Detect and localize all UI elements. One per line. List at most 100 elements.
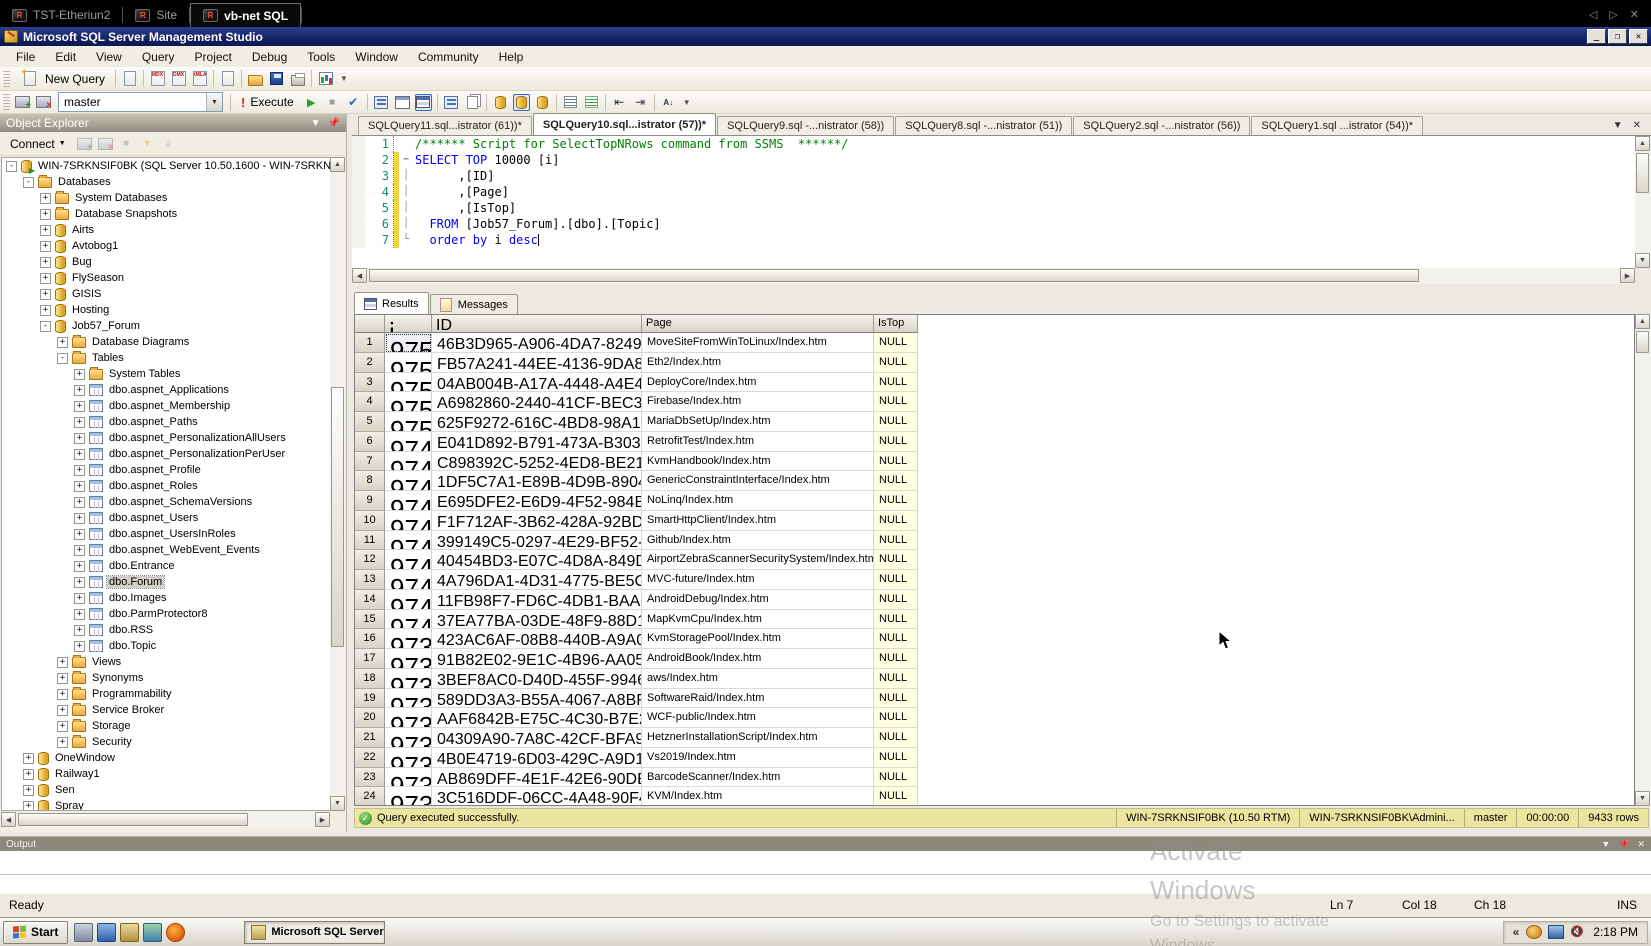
tree-item[interactable]: + System Databases: [2, 190, 330, 206]
grid-cell-id[interactable]: F1F712AF-3B62-428A-92BD-667E1C5F2E55: [432, 510, 642, 531]
tree-expand-icon[interactable]: +: [40, 208, 51, 220]
tree-item[interactable]: - Databases: [2, 174, 330, 190]
grid-cell-page[interactable]: AndroidDebug/Index.htm: [642, 589, 874, 610]
menu-item[interactable]: Community: [408, 47, 489, 67]
grid-cell-istop[interactable]: NULL: [874, 550, 918, 570]
grid-cell-page[interactable]: WCF-public/Index.htm: [642, 708, 874, 728]
tree-item-label[interactable]: OneWindow: [53, 752, 117, 764]
grid-row-header[interactable]: 18: [355, 668, 385, 689]
grid-cell-istop[interactable]: NULL: [874, 431, 918, 452]
active-files-dropdown-icon[interactable]: ▼: [1613, 120, 1623, 131]
tree-expand-icon[interactable]: +: [40, 240, 51, 252]
tree-item-label[interactable]: dbo.RSS: [107, 624, 155, 636]
grid-cell-i[interactable]: 9743: [385, 550, 432, 570]
grid-cell-id[interactable]: 46B3D965-A906-4DA7-8249-991262A5C603: [432, 333, 642, 353]
grid-cell-i[interactable]: 9737: [385, 668, 432, 689]
grid-cell-istop[interactable]: NULL: [874, 570, 918, 590]
grid-cell-i[interactable]: 9751: [385, 392, 432, 412]
grid-cell-i[interactable]: 9746: [385, 491, 432, 511]
tree-item[interactable]: + Hosting: [2, 302, 330, 318]
tree-item-label[interactable]: dbo.Topic: [107, 640, 158, 652]
grid-row-header[interactable]: 5: [355, 412, 385, 432]
grid-cell-page[interactable]: MapKvmCpu/Index.htm: [642, 609, 874, 630]
editor-line[interactable]: 6 │ FROM [Job57_Forum].[dbo].[Topic]: [352, 216, 1635, 232]
tree-item[interactable]: + dbo.aspnet_PersonalizationPerUser: [2, 446, 330, 462]
tree-item-label[interactable]: Databases: [56, 176, 113, 188]
query-document-tab[interactable]: SQLQuery1.sql ...istrator (54))*: [1251, 116, 1424, 135]
grid-cell-id[interactable]: 40454BD3-E07C-4D8A-849D-4B79179168CF: [432, 550, 642, 570]
grid-cell-id[interactable]: 399149C5-0297-4E29-BF52-9A196E2525D4: [432, 530, 642, 551]
tree-expand-icon[interactable]: +: [74, 544, 85, 556]
grid-cell-id[interactable]: 1DF5C7A1-E89B-4D9B-8904-E11410121368: [432, 471, 642, 491]
toolbar-icon[interactable]: [219, 70, 236, 87]
grid-cell-page[interactable]: MVC-future/Index.htm: [642, 570, 874, 590]
grid-cell-page[interactable]: AndroidBook/Index.htm: [642, 649, 874, 669]
tree-item-label[interactable]: System Tables: [107, 368, 182, 380]
grid-column-header[interactable]: ID: [432, 315, 642, 333]
tree-item-label[interactable]: dbo.aspnet_Users: [107, 512, 200, 524]
toolbar-icon[interactable]: [345, 94, 362, 111]
editor-line[interactable]: 4 │ ,[Page]: [352, 184, 1635, 200]
window-control-button[interactable]: ❐: [1608, 29, 1627, 44]
toolbar-overflow-icon[interactable]: ▼: [679, 98, 695, 107]
grid-cell-istop[interactable]: NULL: [874, 392, 918, 412]
tree-item-label[interactable]: Synonyms: [90, 672, 145, 684]
toolbar-icon[interactable]: [268, 70, 285, 87]
grid-cell-i[interactable]: 9744: [385, 530, 432, 551]
grid-cell-i[interactable]: 9753: [385, 352, 432, 373]
grid-cell-id[interactable]: 589DD3A3-B55A-4067-A8BF-3F0311E10953: [432, 688, 642, 709]
grid-cell-i[interactable]: 9738: [385, 649, 432, 669]
code-folding-icon[interactable]: │: [399, 216, 413, 232]
tree-expand-icon[interactable]: +: [74, 464, 85, 476]
window-position-icon[interactable]: ▼: [311, 118, 321, 129]
grid-cell-page[interactable]: Github/Index.htm: [642, 530, 874, 551]
grid-cell-page[interactable]: Vs2019/Index.htm: [642, 747, 874, 768]
tree-item[interactable]: + Synonyms: [2, 670, 330, 686]
grid-cell-i[interactable]: 9731: [385, 787, 432, 805]
tree-item-label[interactable]: Storage: [90, 720, 133, 732]
tree-item[interactable]: + FlySeason: [2, 270, 330, 286]
toolbar-icon[interactable]: XMLA: [191, 70, 208, 87]
toolbar-icon[interactable]: [317, 70, 334, 87]
tree-item[interactable]: + GISIS: [2, 286, 330, 302]
editor-horizontal-scrollbar[interactable]: ◀ ▶: [352, 268, 1635, 284]
grid-cell-istop[interactable]: NULL: [874, 451, 918, 472]
toolbar-icon[interactable]: [443, 94, 460, 111]
tree-expand-icon[interactable]: +: [74, 576, 85, 588]
grid-cell-id[interactable]: 4A796DA1-4D31-4775-BE5C-A03CED8DAE43: [432, 570, 642, 590]
tree-item-label[interactable]: Hosting: [70, 304, 111, 316]
quick-launch-icon[interactable]: [166, 922, 186, 942]
toolbar-icon[interactable]: [562, 94, 579, 111]
tree-item-label[interactable]: dbo.aspnet_Paths: [107, 416, 200, 428]
tree-item-label[interactable]: Job57_Forum: [70, 320, 142, 332]
tree-expand-icon[interactable]: +: [40, 192, 51, 204]
grid-row-header[interactable]: 14: [355, 589, 385, 610]
tree-expand-icon[interactable]: +: [74, 368, 85, 380]
tree-expand-icon[interactable]: +: [74, 640, 85, 652]
tree-item[interactable]: - Job57_Forum: [2, 318, 330, 334]
rdc-control-icon[interactable]: ▷: [1609, 8, 1617, 21]
tree-item-label[interactable]: Service Broker: [90, 704, 166, 716]
grid-cell-istop[interactable]: NULL: [874, 787, 918, 805]
tree-item[interactable]: + OneWindow: [2, 750, 330, 766]
query-document-tab[interactable]: SQLQuery11.sql...istrator (61))*: [358, 116, 532, 135]
grid-row-header[interactable]: 22: [355, 747, 385, 768]
grid-row-header[interactable]: 2: [355, 352, 385, 373]
window-control-button[interactable]: _: [1587, 29, 1606, 44]
query-document-tab[interactable]: SQLQuery10.sql...istrator (57))*: [532, 113, 717, 135]
tray-icon[interactable]: [1548, 925, 1565, 939]
grid-cell-istop[interactable]: NULL: [874, 688, 918, 709]
tree-expand-icon[interactable]: +: [74, 448, 85, 460]
connect-button[interactable]: Connect ▼: [5, 135, 71, 153]
grid-row-header[interactable]: 15: [355, 609, 385, 630]
tree-expand-icon[interactable]: +: [74, 528, 85, 540]
menu-item[interactable]: Debug: [242, 47, 297, 67]
grid-row-header[interactable]: 9: [355, 491, 385, 511]
grid-row-header[interactable]: 13: [355, 570, 385, 590]
tree-item[interactable]: + Security: [2, 734, 330, 750]
grid-cell-istop[interactable]: NULL: [874, 668, 918, 689]
grid-cell-page[interactable]: SoftwareRaid/Index.htm: [642, 688, 874, 709]
grid-row-header[interactable]: 6: [355, 431, 385, 452]
tree-item[interactable]: - Tables: [2, 350, 330, 366]
grid-row-header[interactable]: 11: [355, 530, 385, 551]
